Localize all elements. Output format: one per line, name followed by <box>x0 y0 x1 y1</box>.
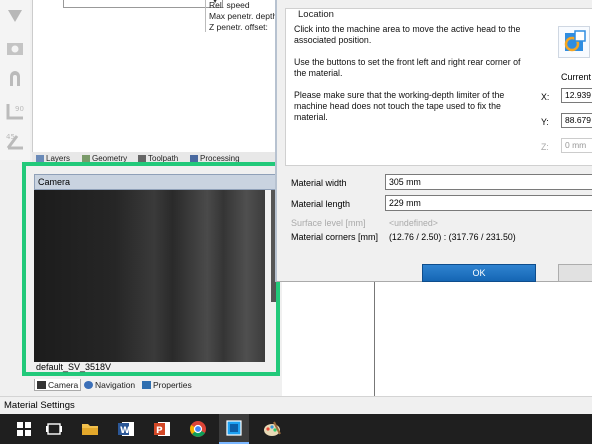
ok-button[interactable]: OK <box>422 264 536 282</box>
process-settings-panel: ▼ Rel. speed Max penetr. depth Z penetr.… <box>32 0 282 158</box>
camera-icon <box>37 381 46 389</box>
surface-level-label: Surface level [mm] <box>291 218 366 228</box>
svg-text:90: 90 <box>15 105 24 113</box>
material-length-label: Material length <box>291 199 351 209</box>
camera-view[interactable] <box>34 190 265 362</box>
material-corners-value: (12.76 / 2.50) : (317.76 / 231.50) <box>389 232 516 242</box>
processing-icon <box>190 155 198 162</box>
instruction-warning: Please make sure that the working-depth … <box>294 90 505 122</box>
status-text: Material Settings <box>4 400 75 411</box>
camera-title: Camera <box>38 177 71 187</box>
navigation-icon <box>84 381 93 389</box>
material-settings-dialog: Location Click into the machine area to … <box>275 0 592 282</box>
location-title: Location <box>298 9 334 20</box>
rel-speed-label: Rel. speed <box>209 0 250 10</box>
tab-navigation-label: Navigation <box>95 380 136 390</box>
taskbar: W P <box>0 414 592 444</box>
status-bar: Material Settings <box>0 396 592 414</box>
material-corners-label: Material corners [mm] <box>291 232 379 242</box>
material-length-field[interactable]: 229 mm <box>385 195 592 211</box>
bottom-tabs: Camera Navigation Properties <box>32 378 282 392</box>
angle-90-tool-icon[interactable]: 90 <box>4 100 26 122</box>
instruction-click: Click into the machine area to move the … <box>294 24 521 45</box>
camera-device-name: default_SV_3518V <box>36 362 112 372</box>
tab-camera[interactable]: Camera <box>34 379 82 391</box>
svg-text:45: 45 <box>6 133 15 141</box>
y-position-field[interactable]: 88.679 mm <box>561 113 592 128</box>
svg-text:P: P <box>156 426 163 436</box>
set-corner-icon <box>564 30 586 52</box>
chrome-icon[interactable] <box>188 419 208 439</box>
max-penetration-label: Max penetr. depth <box>209 11 278 21</box>
paint-app-icon[interactable] <box>262 419 282 439</box>
x-position-field[interactable]: 12.939 mm <box>561 88 592 103</box>
laser-app-icon <box>226 420 242 436</box>
z-position-field: 0 mm <box>561 138 592 153</box>
windows-start-icon[interactable] <box>14 419 34 439</box>
y-label: Y: <box>541 117 549 127</box>
tab-properties[interactable]: Properties <box>142 379 192 391</box>
cancel-button[interactable] <box>558 264 592 282</box>
toolpath-icon <box>138 155 146 162</box>
powerpoint-icon[interactable]: P <box>152 419 172 439</box>
tab-camera-label: Camera <box>48 380 79 390</box>
z-penetration-offset-label: Z penetr. offset: <box>209 22 268 32</box>
x-label: X: <box>541 92 550 102</box>
word-icon[interactable]: W <box>116 419 136 439</box>
surface-level-value: <undefined> <box>389 218 438 228</box>
fill-tool-icon[interactable] <box>4 6 26 28</box>
properties-icon <box>142 381 151 389</box>
process-select[interactable]: ▼ <box>63 0 223 8</box>
camera-panel: Camera default_SV_3518V <box>22 162 280 376</box>
current-position-label: Current <box>561 72 592 82</box>
instruction-buttons: Use the buttons to set the front left an… <box>294 57 521 78</box>
rectangle-tool-icon[interactable] <box>4 40 26 62</box>
left-toolbar: 90 45 <box>0 0 30 160</box>
material-width-label: Material width <box>291 178 347 188</box>
material-width-field[interactable]: 305 mm <box>385 174 592 190</box>
task-view-icon[interactable] <box>44 419 64 439</box>
file-explorer-icon[interactable] <box>80 419 100 439</box>
set-corner-button[interactable] <box>558 26 590 58</box>
location-group: Location Click into the machine area to … <box>285 8 592 166</box>
angle-45-tool-icon[interactable]: 45 <box>4 130 26 152</box>
camera-header: Camera <box>34 174 280 190</box>
svg-text:W: W <box>120 426 130 436</box>
layers-icon <box>36 155 44 162</box>
geometry-icon <box>82 155 90 162</box>
machine-area[interactable] <box>282 280 592 396</box>
laser-app-taskbar-item[interactable] <box>219 414 249 444</box>
tab-properties-label: Properties <box>153 380 192 390</box>
machine-area-divider <box>374 280 375 396</box>
z-label: Z: <box>541 142 549 152</box>
tab-navigation[interactable]: Navigation <box>84 379 135 391</box>
process-parameters: Rel. speed Max penetr. depth Z penetr. o… <box>205 0 283 32</box>
magnet-tool-icon[interactable] <box>4 68 26 90</box>
